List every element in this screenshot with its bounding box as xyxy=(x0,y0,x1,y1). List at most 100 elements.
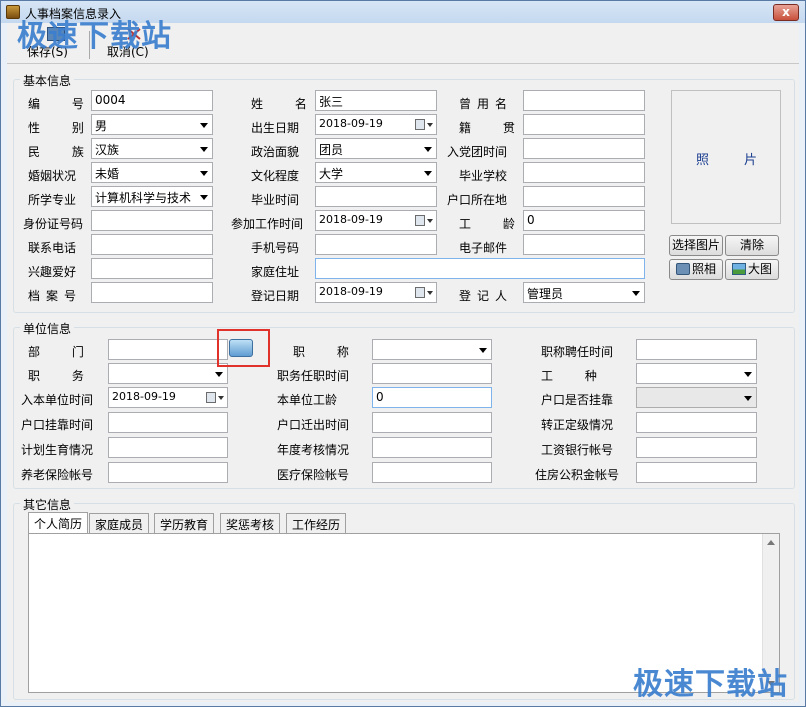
work-start-date-value: 2018-09-19 xyxy=(319,213,383,226)
education-select[interactable]: 大学 xyxy=(315,162,437,183)
duty-date-field[interactable] xyxy=(372,363,492,384)
medical-field[interactable] xyxy=(372,462,492,483)
close-button[interactable]: x xyxy=(773,4,799,21)
calendar-icon[interactable] xyxy=(415,287,433,299)
housing-field[interactable] xyxy=(636,462,757,483)
birth-date-picker[interactable]: 2018-09-19 xyxy=(315,114,437,135)
work-type-label: 工 种 xyxy=(541,369,611,383)
reg-date-picker[interactable]: 2018-09-19 xyxy=(315,282,437,303)
grad-time-field[interactable] xyxy=(315,186,437,207)
party-date-label: 入党团时间 xyxy=(447,145,508,159)
mobile-field[interactable] xyxy=(315,234,437,255)
duty-select[interactable] xyxy=(108,363,228,384)
school-label: 毕业学校 xyxy=(459,169,508,183)
reg-date-label: 登记日期 xyxy=(251,289,300,303)
unit-years-field[interactable]: 0 xyxy=(372,387,492,408)
marital-label: 婚姻状况 xyxy=(28,169,77,183)
calendar-icon[interactable] xyxy=(415,215,433,227)
title-date-field[interactable] xyxy=(636,339,757,360)
regular-field[interactable] xyxy=(636,412,757,433)
annual-review-field[interactable] xyxy=(372,437,492,458)
regular-label: 转正定级情况 xyxy=(541,418,614,432)
picture-icon xyxy=(731,263,746,275)
join-date-picker[interactable]: 2018-09-19 xyxy=(108,387,228,408)
native-label: 籍 贯 xyxy=(459,121,529,135)
archive-no-field[interactable] xyxy=(91,282,213,303)
hukou-field[interactable] xyxy=(523,186,645,207)
unit-info-title: 单位信息 xyxy=(20,320,75,337)
bank-field[interactable] xyxy=(636,437,757,458)
dept-picker-icon[interactable] xyxy=(229,339,253,357)
name-field[interactable]: 张三 xyxy=(315,90,437,111)
is-linked-select[interactable] xyxy=(636,387,757,408)
reg-date-value: 2018-09-19 xyxy=(319,285,383,298)
tab-resume[interactable]: 个人简历 xyxy=(28,512,89,534)
idcard-field[interactable] xyxy=(91,210,213,231)
major-select[interactable]: 计算机科学与技术 xyxy=(91,186,213,207)
work-type-select[interactable] xyxy=(636,363,757,384)
camera-button[interactable]: 照相 xyxy=(669,259,723,280)
tab-rewards[interactable]: 奖惩考核 xyxy=(220,513,281,533)
seniority-label: 工 龄 xyxy=(459,217,529,231)
gender-label: 性 别 xyxy=(28,121,98,135)
tab-work-history[interactable]: 工作经历 xyxy=(286,513,347,533)
main-window: 人事档案信息录入 x 保存(S) 取消(C) 基本信息 编 号 性 别 民 族 … xyxy=(0,0,806,707)
hukou-out-label: 户口迁出时间 xyxy=(277,418,350,432)
choose-photo-button[interactable]: 选择图片 xyxy=(669,235,723,256)
hukou-linked-field[interactable] xyxy=(108,412,228,433)
duty-date-label: 职务任职时间 xyxy=(277,369,350,383)
school-field[interactable] xyxy=(523,162,645,183)
id-field[interactable]: 0004 xyxy=(91,90,213,111)
basic-info-title: 基本信息 xyxy=(20,72,75,89)
registrar-select[interactable]: 管理员 xyxy=(523,282,645,303)
title-rank-select[interactable] xyxy=(372,339,492,360)
ethnicity-select[interactable]: 汉族 xyxy=(91,138,213,159)
title-rank-label: 职 称 xyxy=(293,345,363,359)
other-info-title: 其它信息 xyxy=(20,496,75,513)
phone-field[interactable] xyxy=(91,234,213,255)
tab-education[interactable]: 学历教育 xyxy=(154,513,215,533)
name-label: 姓 名 xyxy=(251,97,321,111)
address-label: 家庭住址 xyxy=(251,265,300,279)
hukou-out-field[interactable] xyxy=(372,412,492,433)
scroll-up-icon[interactable] xyxy=(767,540,775,545)
marital-select[interactable]: 未婚 xyxy=(91,162,213,183)
birth-plan-field[interactable] xyxy=(108,437,228,458)
birth-plan-label: 计划生育情况 xyxy=(21,443,94,457)
native-field[interactable] xyxy=(523,114,645,135)
work-start-date-picker[interactable]: 2018-09-19 xyxy=(315,210,437,231)
large-image-button[interactable]: 大图 xyxy=(725,259,779,280)
address-field[interactable] xyxy=(315,258,645,279)
client-area: 保存(S) 取消(C) 基本信息 编 号 性 别 民 族 婚姻状况 所学专业 身… xyxy=(7,23,799,702)
photo-box[interactable]: 照 片 xyxy=(671,90,781,224)
join-date-value: 2018-09-19 xyxy=(112,390,176,403)
clear-photo-button[interactable]: 清除 xyxy=(725,235,779,256)
gender-select[interactable]: 男 xyxy=(91,114,213,135)
camera-button-label: 照相 xyxy=(691,262,716,276)
hukou-label: 户口所在地 xyxy=(447,193,508,207)
dept-field[interactable] xyxy=(108,339,228,360)
watermark-top: 极速下载站 xyxy=(17,19,172,54)
former-name-field[interactable] xyxy=(523,90,645,111)
pension-label: 养老保险帐号 xyxy=(21,468,94,482)
email-field[interactable] xyxy=(523,234,645,255)
toolbar-divider xyxy=(7,63,799,64)
seniority-field[interactable]: 0 xyxy=(523,210,645,231)
pension-field[interactable] xyxy=(108,462,228,483)
watermark-bottom: 极速下载站 xyxy=(633,667,788,702)
title-date-label: 职称聘任时间 xyxy=(541,345,614,359)
ethnicity-label: 民 族 xyxy=(28,145,98,159)
medical-label: 医疗保险帐号 xyxy=(277,468,350,482)
party-date-field[interactable] xyxy=(523,138,645,159)
political-select[interactable]: 团员 xyxy=(315,138,437,159)
is-linked-label: 户口是否挂靠 xyxy=(541,393,614,407)
calendar-icon[interactable] xyxy=(415,119,433,131)
calendar-icon[interactable] xyxy=(206,392,224,404)
hobby-field[interactable] xyxy=(91,258,213,279)
duty-label: 职 务 xyxy=(28,369,98,383)
hukou-linked-label: 户口挂靠时间 xyxy=(21,418,94,432)
tab-family[interactable]: 家庭成员 xyxy=(89,513,150,533)
mobile-label: 手机号码 xyxy=(251,241,300,255)
photo-placeholder-left: 照 xyxy=(696,153,710,168)
grad-time-label: 毕业时间 xyxy=(251,193,300,207)
